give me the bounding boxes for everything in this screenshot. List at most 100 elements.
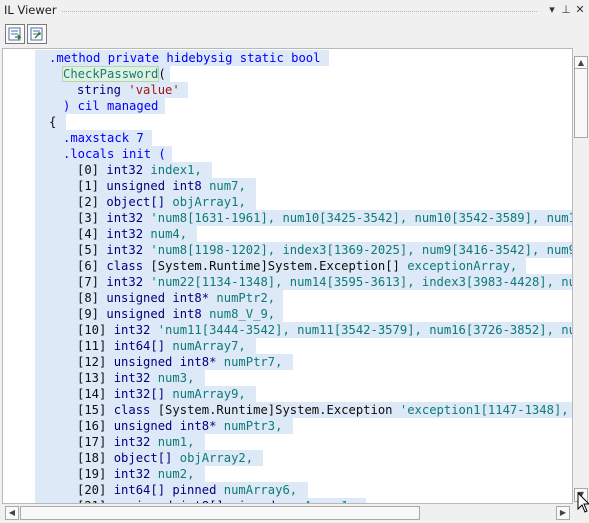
code-token: [System.Runtime]System.Exception[] — [150, 259, 408, 273]
code-token: [13] — [77, 371, 114, 385]
code-line: [15] class [System.Runtime]System.Except… — [3, 402, 573, 418]
refresh-view-icon — [8, 27, 22, 41]
code-token: [8] — [77, 291, 107, 305]
code-token: [15] — [77, 403, 114, 417]
code-line-text: [14] int32[] numArray9, — [77, 387, 246, 401]
code-line: [11] int64[] numArray7, — [3, 338, 572, 354]
code-line-text: [1] unsigned int8 num7, — [77, 179, 246, 193]
code-token: [5] — [77, 243, 107, 257]
code-token: class — [113, 403, 158, 417]
close-icon[interactable]: ✕ — [573, 2, 587, 18]
code-line-text: [20] int64[] pinned numArray6, — [77, 483, 297, 497]
code-token: [16] — [77, 419, 114, 433]
code-token: 'num22[1134-1348], num14[3595-3613], ind… — [150, 275, 573, 289]
toolbar — [0, 22, 589, 48]
code-token: [6] — [77, 259, 107, 273]
window-position-dropdown-icon[interactable]: ▾ — [545, 2, 559, 18]
code-line-text: [15] class [System.Runtime]System.Except… — [77, 403, 573, 417]
code-token: { — [49, 115, 57, 129]
code-line: [14] int32[] numArray9, — [3, 386, 572, 402]
panel-title: IL Viewer — [4, 3, 57, 17]
code-token: unsigned int8* — [113, 419, 224, 433]
code-line: CheckPassword( — [3, 66, 572, 82]
code-token: numArray6, — [223, 483, 298, 497]
code-token: numPtr7, — [223, 355, 283, 369]
code-token: unsigned int8* — [106, 291, 217, 305]
code-line-text: [0] int32 index1, — [77, 163, 202, 177]
method-name: CheckPassword — [61, 66, 160, 82]
code-token: num3, — [157, 371, 195, 385]
code-token: unsigned int8 — [106, 179, 210, 193]
code-line-text: [6] class [System.Runtime]System.Excepti… — [77, 259, 517, 273]
code-token: numPtr2, — [216, 291, 276, 305]
code-line: [0] int32 index1, — [3, 162, 572, 178]
code-token: [17] — [77, 435, 114, 449]
code-line: string 'value' — [3, 82, 572, 98]
sync-view-button[interactable] — [27, 24, 47, 44]
code-token: 'num8[1198-1202], index3[1369-2025], num… — [150, 243, 573, 257]
code-token: [3] — [77, 211, 107, 225]
mouse-cursor-icon — [577, 492, 589, 513]
code-line-text: [18] object[] objArray2, — [77, 451, 253, 465]
vertical-scroll-thumb[interactable] — [574, 68, 588, 138]
code-token: object[] — [113, 451, 180, 465]
code-token: string — [77, 83, 129, 97]
code-token: num4, — [150, 227, 188, 241]
code-line: [7] int32 'num22[1134-1348], num14[3595-… — [3, 274, 573, 290]
sync-view-icon — [30, 27, 43, 41]
code-token: [9] — [77, 307, 107, 321]
code-token: int32 — [106, 275, 151, 289]
code-token: objArray1, — [172, 195, 246, 209]
code-token: [7] — [77, 275, 107, 289]
title-divider — [62, 11, 537, 12]
code-token: 'num8[1631-1961], num10[3425-3542], num1… — [150, 211, 573, 225]
code-line: { — [3, 114, 572, 130]
code-token: ) cil managed — [63, 99, 159, 113]
code-token: num7, — [209, 179, 246, 193]
horizontal-scroll-thumb[interactable] — [20, 506, 420, 520]
horizontal-scrollbar[interactable]: ◀ ▶ — [2, 504, 573, 521]
code-token: [1] — [77, 179, 107, 193]
code-line-text: [17] int32 num1, — [77, 435, 194, 449]
code-line-text: [9] unsigned int8 num8_V_9, — [77, 307, 275, 321]
code-line: [16] unsigned int8* numPtr3, — [3, 418, 572, 434]
il-code-editor[interactable]: .method private hidebysig static bool Che… — [2, 48, 573, 504]
scroll-right-button[interactable]: ▶ — [556, 506, 570, 520]
code-line-text: [8] unsigned int8* numPtr2, — [77, 291, 275, 305]
code-token: [14] — [77, 387, 114, 401]
code-token: objArray2, — [179, 451, 254, 465]
code-token: [4] — [77, 227, 107, 241]
scroll-left-button[interactable]: ◀ — [5, 506, 19, 520]
vertical-scrollbar[interactable]: ▲ ▼ — [573, 48, 589, 504]
code-line: [13] int32 num3, — [3, 370, 572, 386]
pin-icon[interactable]: ⊥ — [559, 2, 573, 18]
code-line-text: .locals init ( — [63, 147, 166, 161]
code-token: object[] — [106, 195, 173, 209]
code-token: int32[] — [113, 387, 173, 401]
code-token: unsigned int8* — [113, 355, 224, 369]
code-token: unsigned int8 — [106, 307, 210, 321]
code-token: [0] — [77, 163, 107, 177]
code-line-text: [5] int32 'num8[1198-1202], index3[1369-… — [77, 243, 573, 257]
refresh-view-button[interactable] — [5, 24, 25, 44]
code-token: int32 — [106, 163, 151, 177]
code-token: .maxstack 7 — [63, 131, 144, 145]
code-line-text: [2] object[] objArray1, — [77, 195, 246, 209]
code-token: [11] — [77, 339, 114, 353]
code-line-text: [10] int32 'num11[3444-3542], num11[3542… — [77, 323, 572, 337]
code-line-text: [11] int64[] numArray7, — [77, 339, 246, 353]
code-token: [System.Runtime]System.Exception — [157, 403, 400, 417]
code-token: int64[] — [113, 339, 173, 353]
code-token: 'exception1[1147-1348], ex — [399, 403, 573, 417]
code-token: int32 — [106, 227, 151, 241]
code-line: [17] int32 num1, — [3, 434, 572, 450]
code-line-text: [19] int32 num2, — [77, 467, 194, 481]
code-line-text: ) cil managed — [63, 99, 158, 113]
code-token: int32 — [106, 211, 151, 225]
code-token: [2] — [77, 195, 107, 209]
code-token: num8_V_9, — [209, 307, 276, 321]
code-line: [5] int32 'num8[1198-1202], index3[1369-… — [3, 242, 573, 258]
code-token: int32 — [113, 323, 158, 337]
code-token: 'value' — [128, 83, 180, 97]
code-token: int32 — [113, 435, 158, 449]
